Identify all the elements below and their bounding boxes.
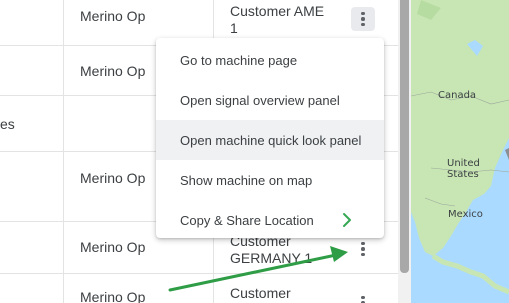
map-label-canada: Canada <box>438 90 477 101</box>
menu-item-label: Open signal overview panel <box>180 92 340 108</box>
truncated-cell: es <box>0 116 15 132</box>
menu-item-go-to-machine-page[interactable]: Go to machine page <box>156 40 384 80</box>
row-actions-button[interactable] <box>351 291 375 303</box>
menu-item-open-signal-overview[interactable]: Open signal overview panel <box>156 80 384 120</box>
menu-item-show-on-map[interactable]: Show machine on map <box>156 160 384 200</box>
operator-cell: Merino Op <box>80 289 146 303</box>
map-label-united-states: United States <box>447 158 480 180</box>
map-graphic <box>411 0 509 303</box>
table-row[interactable]: Merino Op Customer <box>0 274 398 303</box>
map-label-mexico: Mexico <box>448 209 483 220</box>
operator-cell: Merino Op <box>80 170 146 186</box>
operator-cell: Merino Op <box>80 8 146 24</box>
row-actions-button[interactable] <box>351 237 375 261</box>
customer-cell-line2: 1 <box>230 20 238 36</box>
customer-cell-line2: GERMANY 1 <box>230 250 313 266</box>
menu-item-label: Go to machine page <box>180 52 298 68</box>
scrollbar-thumb[interactable] <box>400 0 409 273</box>
row-context-menu: Go to machine page Open signal overview … <box>156 38 384 238</box>
menu-item-label: Show machine on map <box>180 172 313 188</box>
menu-item-copy-share-location[interactable]: Copy & Share Location <box>156 200 384 240</box>
operator-cell: Merino Op <box>80 63 146 79</box>
menu-item-label: Copy & Share Location <box>180 212 314 228</box>
menu-item-open-quick-look[interactable]: Open machine quick look panel <box>156 120 384 160</box>
menu-item-label: Open machine quick look panel <box>180 132 362 148</box>
row-actions-button[interactable] <box>351 7 375 31</box>
map-panel[interactable]: Canada United States Mexico <box>411 0 509 303</box>
chevron-right-icon <box>343 213 351 227</box>
table-scrollbar[interactable] <box>398 0 411 303</box>
customer-cell: Customer AME <box>230 3 325 19</box>
operator-cell: Merino Op <box>80 239 146 255</box>
customer-cell: Customer <box>230 285 291 301</box>
